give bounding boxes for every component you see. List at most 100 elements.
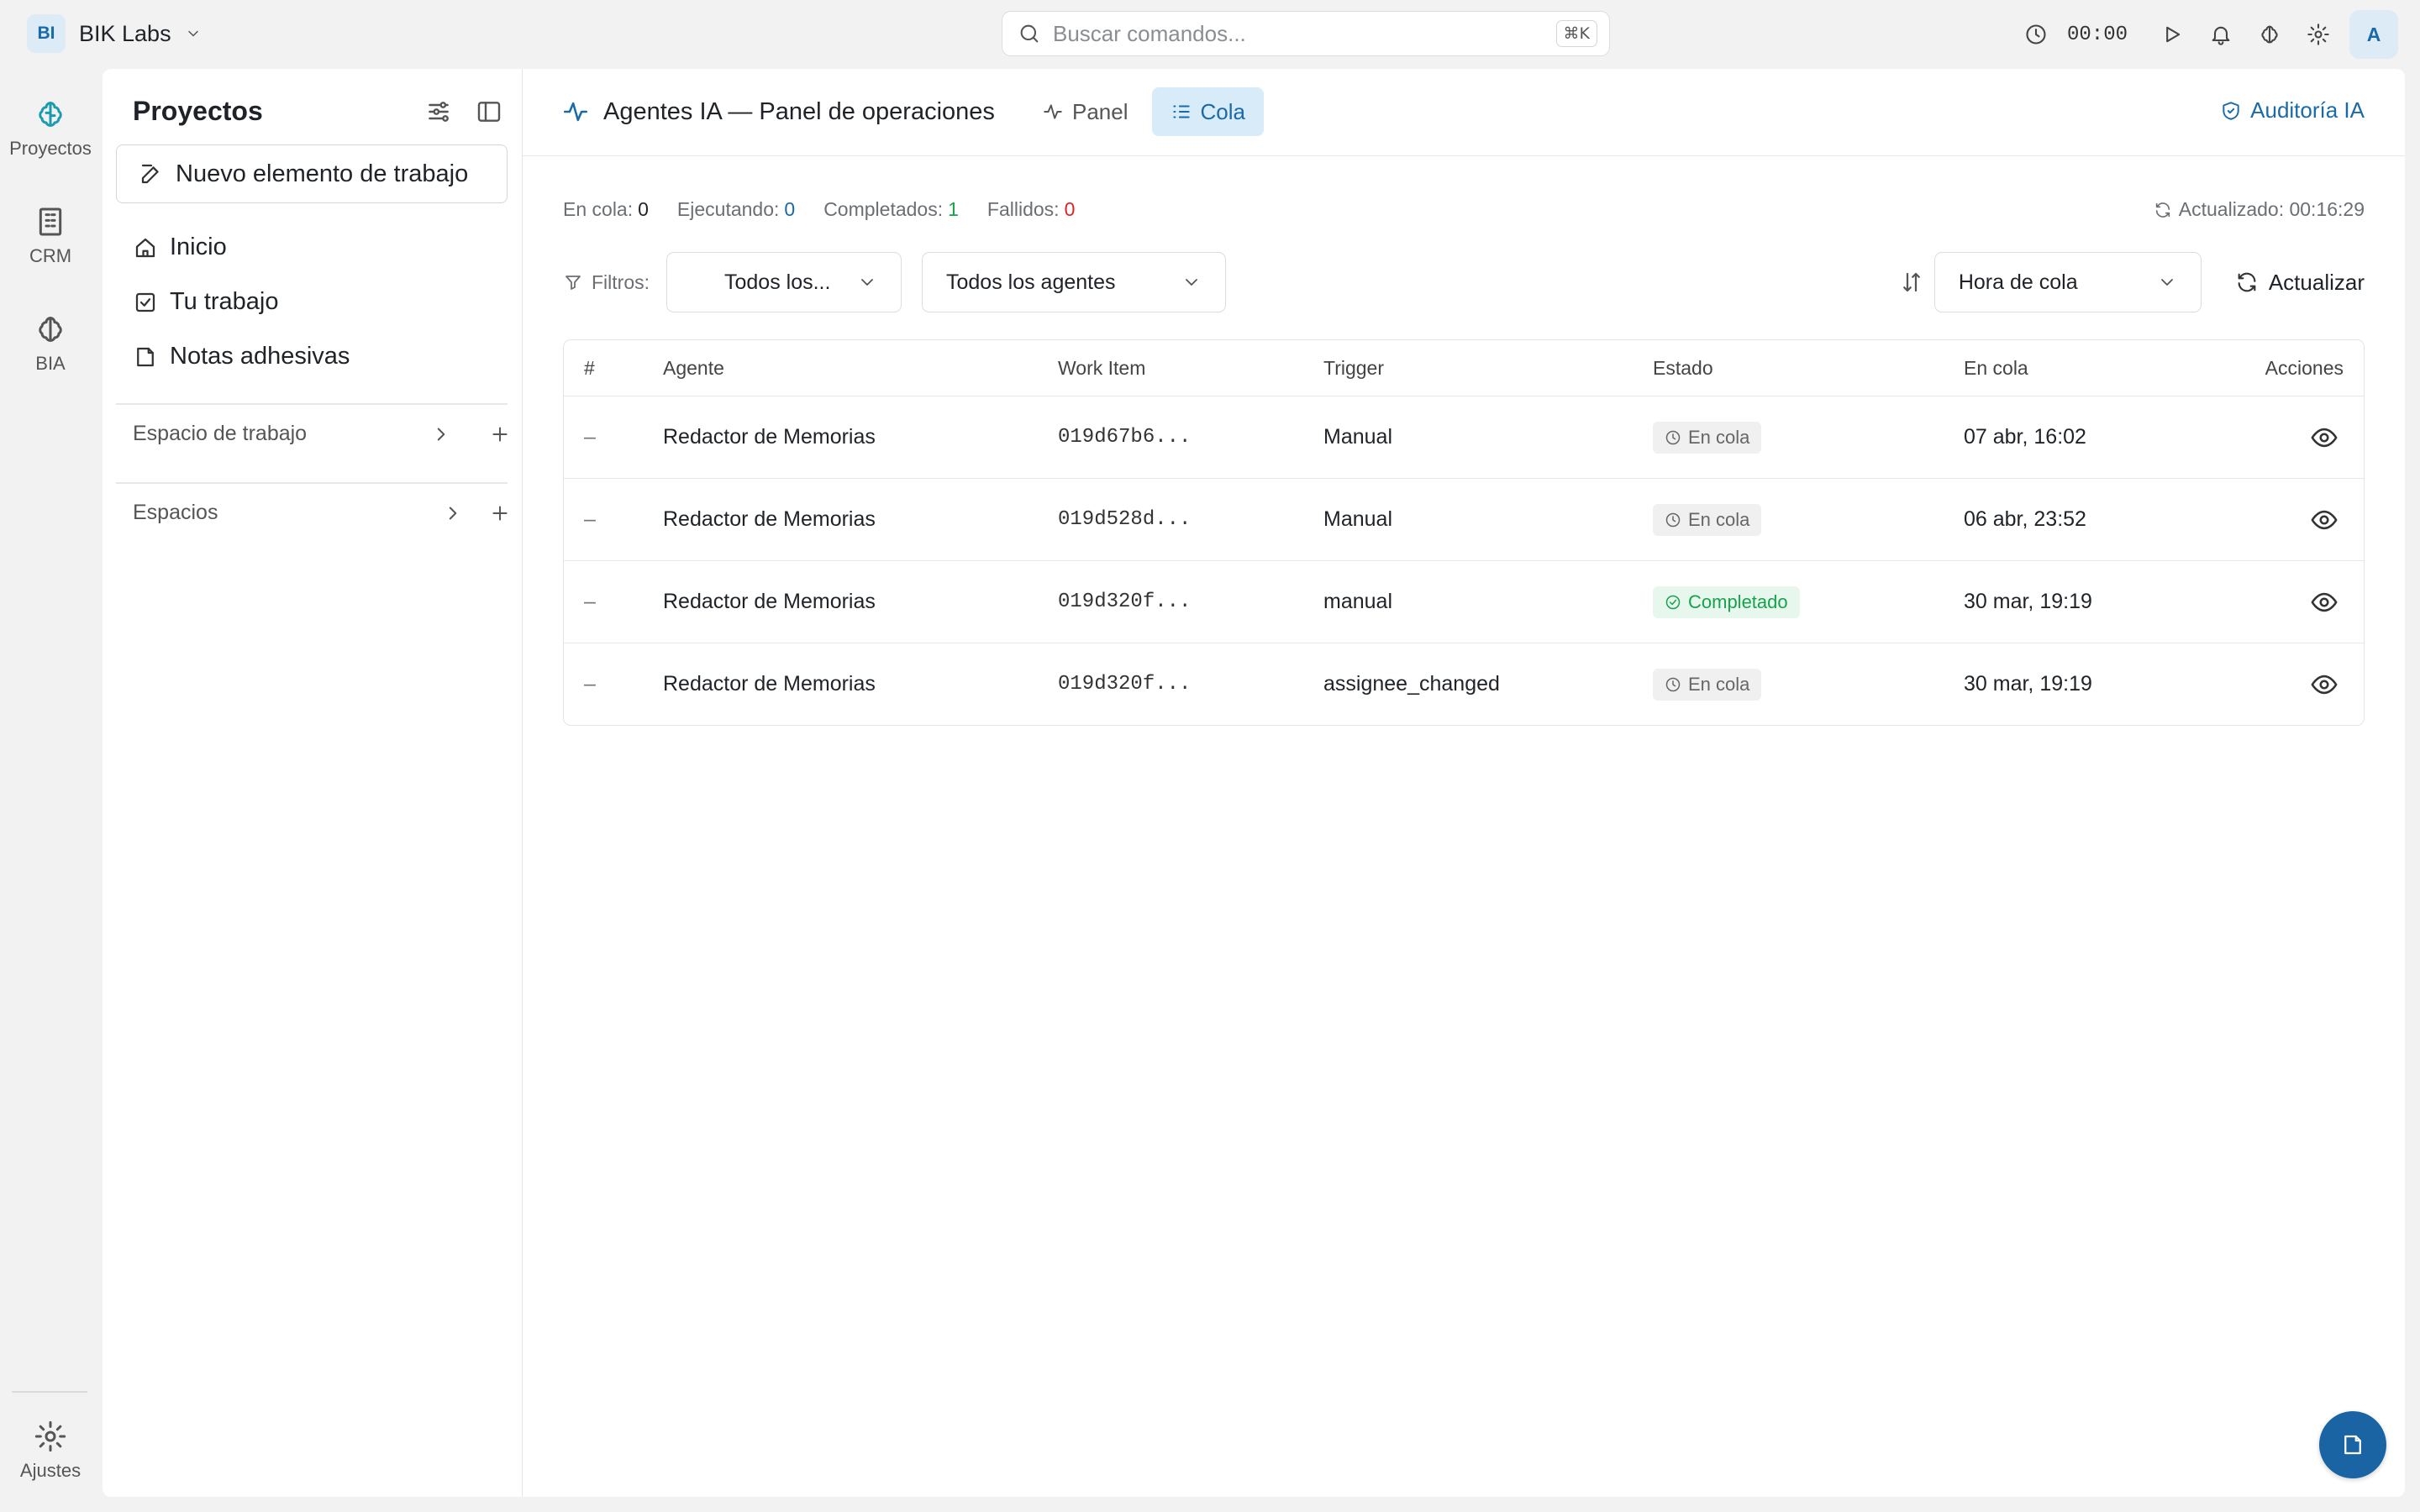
- last-updated-text: Actualizado: 00:16:29: [2178, 198, 2365, 220]
- edit-icon: [141, 164, 159, 184]
- work-item-id[interactable]: 019d320f...: [1058, 643, 1191, 725]
- sidebar-item-inicio[interactable]: Inicio: [133, 234, 227, 261]
- status-badge: Completado: [1653, 585, 1800, 618]
- column-header: Agente: [663, 356, 724, 379]
- ai-audit-link[interactable]: Auditoría IA: [2220, 97, 2365, 123]
- tab-cola[interactable]: Cola: [1151, 87, 1264, 136]
- rail-item-proyectos[interactable]: Proyectos: [0, 97, 101, 160]
- rail-item-crm[interactable]: CRM: [0, 205, 101, 267]
- queued-at: 30 mar, 19:19: [1964, 672, 2092, 696]
- clock-button[interactable]: [2012, 10, 2060, 59]
- tab-label: Cola: [1200, 98, 1245, 124]
- sidebar-section-espacios[interactable]: Espacios: [133, 501, 511, 525]
- sidebar-divider: [116, 482, 508, 484]
- filter-icon: [566, 276, 581, 290]
- agent-name: Redactor de Memorias: [663, 507, 876, 531]
- user-avatar[interactable]: A: [2349, 10, 2398, 59]
- search-icon: [1020, 24, 1039, 43]
- plus-icon[interactable]: [489, 423, 511, 445]
- column-header: Estado: [1653, 356, 1713, 379]
- plus-icon[interactable]: [489, 502, 511, 524]
- stat-running: Ejecutando: 0: [676, 198, 796, 220]
- trigger: Manual: [1323, 425, 1392, 449]
- play-timer-button[interactable]: [2148, 10, 2196, 59]
- work-item-id[interactable]: 019d528d...: [1058, 479, 1191, 560]
- chevron-down-icon: [2160, 279, 2173, 286]
- page-title: Agentes IA — Panel de operaciones: [561, 97, 995, 126]
- activity-icon: [1044, 104, 1062, 119]
- row-number: –: [584, 425, 596, 449]
- agent-name: Redactor de Memorias: [663, 672, 876, 696]
- rail-item-bia[interactable]: BIA: [0, 312, 101, 375]
- eye-icon[interactable]: [2310, 670, 2338, 699]
- section-label: Espacios: [133, 501, 218, 524]
- row-number: –: [584, 672, 596, 696]
- workspace-switcher[interactable]: BI BIK Labs: [27, 14, 202, 53]
- notifications-button[interactable]: [2196, 10, 2245, 59]
- trigger: Manual: [1323, 507, 1392, 531]
- new-work-item-button[interactable]: Nuevo elemento de trabajo: [116, 144, 508, 203]
- tab-panel[interactable]: Panel: [1023, 87, 1147, 136]
- sticky-note-fab[interactable]: [2319, 1411, 2386, 1478]
- page-title-text: Agentes IA — Panel de operaciones: [603, 97, 995, 125]
- table-row[interactable]: – Redactor de Memorias 019d320f... assig…: [564, 643, 2364, 725]
- agent-name: Redactor de Memorias: [663, 590, 876, 613]
- sidebar-filter-button[interactable]: [421, 94, 456, 129]
- status-badge: En cola: [1653, 503, 1762, 536]
- main-header: Agentes IA — Panel de operaciones Panel …: [523, 69, 2405, 156]
- status-filter-value: Todos los...: [724, 270, 831, 294]
- table-row[interactable]: – Redactor de Memorias 019d528d... Manua…: [564, 478, 2364, 560]
- rail-item-ajustes[interactable]: Ajustes: [0, 1420, 101, 1482]
- eye-icon[interactable]: [2310, 423, 2338, 452]
- sort-arrows-icon[interactable]: [1899, 270, 1924, 295]
- play-icon: [2166, 26, 2181, 43]
- sort-controls: Hora de cola Actualizar: [1899, 252, 2388, 312]
- work-item-id[interactable]: 019d67b6...: [1058, 396, 1191, 478]
- sidebar-collapse-button[interactable]: [471, 94, 507, 129]
- filters-bar: Filtros: Todos los... Todos los agentes: [563, 252, 1226, 312]
- queued-at: 30 mar, 19:19: [1964, 590, 2092, 613]
- settings-button[interactable]: [2294, 10, 2343, 59]
- agent-filter-select[interactable]: Todos los agentes: [922, 252, 1226, 312]
- eye-icon[interactable]: [2310, 506, 2338, 534]
- agent-name: Redactor de Memorias: [663, 425, 876, 449]
- note-icon: [137, 347, 154, 366]
- rail-item-label: Ajustes: [19, 1460, 82, 1481]
- filters-label: Filtros:: [563, 271, 650, 294]
- bell-icon: [2212, 26, 2230, 45]
- refresh-icon: [2155, 202, 2170, 218]
- eye-icon[interactable]: [2310, 588, 2338, 617]
- refresh-icon: [2238, 272, 2256, 292]
- clock-icon: [1665, 430, 1681, 444]
- actions-cell: [2310, 396, 2344, 478]
- sidebar-title: Proyectos: [133, 96, 263, 126]
- table-row[interactable]: – Redactor de Memorias 019d67b6... Manua…: [564, 396, 2364, 478]
- check-circle-icon: [1665, 595, 1681, 609]
- sidebar-item-notas-adhesivas[interactable]: Notas adhesivas: [133, 343, 350, 370]
- ai-brain-button[interactable]: [2245, 10, 2294, 59]
- sliders-icon: [429, 102, 449, 122]
- shield-check-icon: [2223, 101, 2239, 120]
- app-rail: Proyectos CRM BIA Ajustes: [0, 69, 101, 1512]
- status-filter-select[interactable]: Todos los...: [666, 252, 902, 312]
- stat-completed: Completados: 1: [823, 198, 959, 220]
- actions-cell: [2310, 643, 2344, 725]
- search-input[interactable]: [1053, 20, 1556, 47]
- row-number: –: [584, 507, 596, 531]
- sort-select[interactable]: Hora de cola: [1933, 252, 2202, 312]
- column-header: Acciones: [2265, 356, 2344, 379]
- column-header: Trigger: [1323, 356, 1384, 379]
- work-item-id[interactable]: 019d320f...: [1058, 561, 1191, 643]
- tab-label: Panel: [1072, 98, 1128, 124]
- chevron-right-icon[interactable]: [442, 502, 464, 524]
- sidebar-section-espacio-de-trabajo[interactable]: Espacio de trabajo: [133, 422, 511, 446]
- note-icon: [2344, 1435, 2361, 1455]
- sidebar-item-tu-trabajo[interactable]: Tu trabajo: [133, 288, 279, 316]
- brain-circuit-icon: [39, 102, 62, 127]
- refresh-button[interactable]: Actualizar: [2212, 252, 2388, 312]
- command-search[interactable]: ⌘K: [1002, 11, 1610, 56]
- column-header: #: [584, 356, 595, 379]
- table-row[interactable]: – Redactor de Memorias 019d320f... manua…: [564, 560, 2364, 643]
- chevron-right-icon[interactable]: [430, 423, 452, 445]
- section-label: Espacio de trabajo: [133, 422, 308, 445]
